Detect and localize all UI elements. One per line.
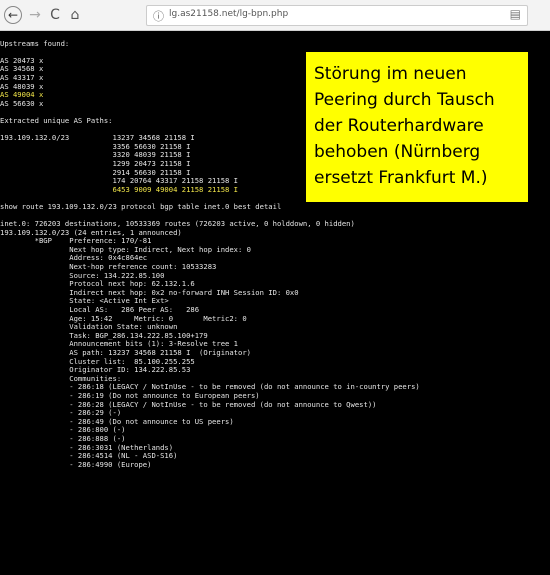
info-icon[interactable]: ⓘ xyxy=(153,8,164,24)
note-line: behoben (Nürnberg xyxy=(314,142,481,162)
address-bar[interactable]: ⓘ lg.as21158.net/lg-bpn.php ▤ xyxy=(146,5,528,26)
home-icon[interactable]: ⌂ xyxy=(66,6,84,24)
annotation-note: Störung im neuen Peering durch Tausch der … xyxy=(306,52,528,202)
reader-view-icon[interactable]: ▤ xyxy=(510,7,521,21)
back-icon[interactable]: ← xyxy=(4,6,22,24)
browser-toolbar: ← → C ⌂ ⓘ lg.as21158.net/lg-bpn.php ▤ xyxy=(0,0,550,31)
terminal-line: - 286:4990 (Europe) xyxy=(0,459,152,469)
terminal-line: Upstreams found: xyxy=(0,38,70,48)
terminal-line: show route 193.109.132.0/23 protocol bgp… xyxy=(0,201,282,211)
note-line: ersetzt Frankfurt M.) xyxy=(314,168,488,188)
url-text[interactable]: lg.as21158.net/lg-bpn.php xyxy=(169,9,288,19)
forward-icon[interactable]: → xyxy=(26,6,44,24)
note-line: Peering durch Tausch xyxy=(314,90,495,110)
reload-icon[interactable]: C xyxy=(46,6,64,24)
note-line: der Routerhardware xyxy=(314,116,484,136)
note-line: Störung im neuen xyxy=(314,64,467,84)
